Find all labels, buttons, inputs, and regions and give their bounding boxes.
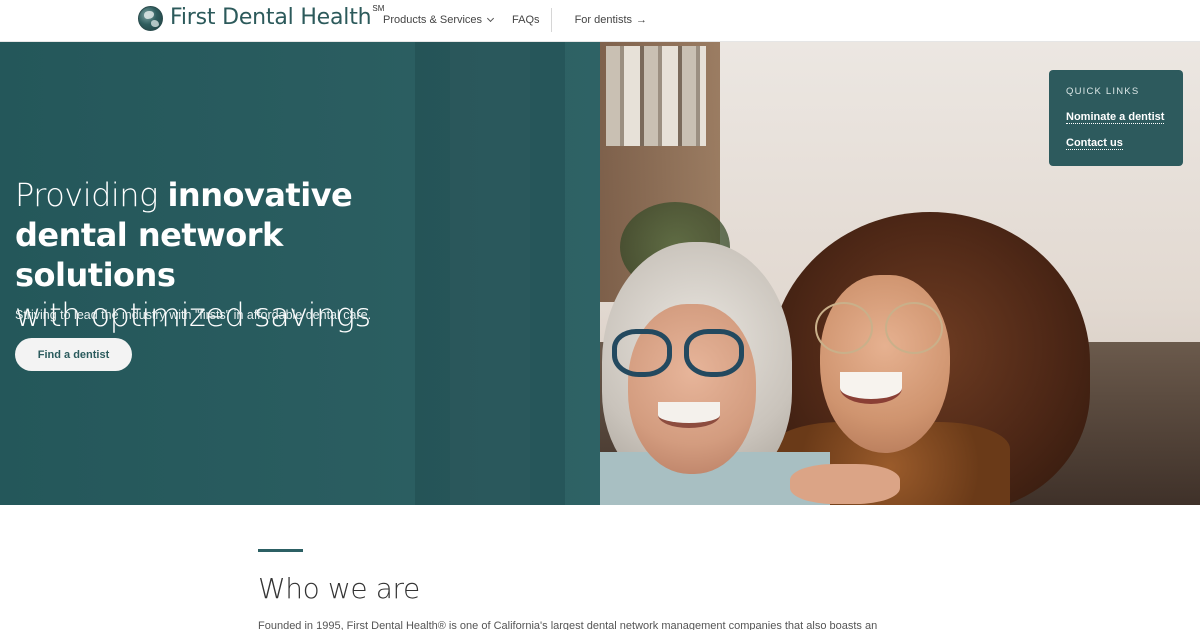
globe-logo-icon (138, 5, 163, 31)
arrow-right-icon: → (636, 14, 648, 26)
site-header: First Dental Health SM Products & Servic… (0, 0, 1200, 42)
hero-subtext: Striving to lead the industry with "firs… (15, 308, 372, 322)
nominate-dentist-link[interactable]: Nominate a dentist (1066, 111, 1165, 124)
photo-smile-young (840, 372, 902, 404)
photo-smile-senior (658, 402, 720, 428)
nav-faqs-label: FAQs (512, 14, 540, 26)
photo-books (606, 46, 706, 146)
main-nav: Products & Services FAQs For dentists → (383, 0, 647, 40)
chevron-down-icon (487, 14, 495, 22)
hero-section: Providing innovative dental network solu… (0, 42, 1200, 505)
section-accent-bar (258, 549, 303, 552)
quick-links-title: QUICK LINKS (1066, 86, 1140, 97)
nav-faqs[interactable]: FAQs (512, 14, 540, 26)
nav-for-dentists-label: For dentists (574, 14, 633, 26)
photo-glasses-young (815, 302, 950, 357)
hero-heading-bold1: innovative (167, 176, 353, 214)
find-a-dentist-button[interactable]: Find a dentist (15, 338, 132, 371)
nav-for-dentists[interactable]: For dentists → (575, 14, 647, 26)
photo-hands (790, 464, 900, 504)
nav-products-services[interactable]: Products & Services (383, 14, 495, 26)
who-we-are-title: Who we are (258, 572, 420, 605)
photo-glasses-senior (612, 329, 748, 381)
hero-heading-part1: Providing (15, 176, 168, 214)
contact-us-link[interactable]: Contact us (1066, 137, 1123, 150)
hero-heading-bold2: dental network solutions (15, 216, 283, 294)
logo[interactable]: First Dental Health SM (138, 4, 384, 31)
quick-links-panel: QUICK LINKS Nominate a dentist Contact u… (1049, 70, 1183, 166)
nav-divider (550, 8, 552, 32)
who-we-are-body: Founded in 1995, First Dental Health® is… (258, 620, 878, 630)
logo-text: First Dental Health (170, 5, 372, 30)
nav-products-label: Products & Services (383, 14, 483, 26)
hero-background-shade (450, 42, 530, 505)
